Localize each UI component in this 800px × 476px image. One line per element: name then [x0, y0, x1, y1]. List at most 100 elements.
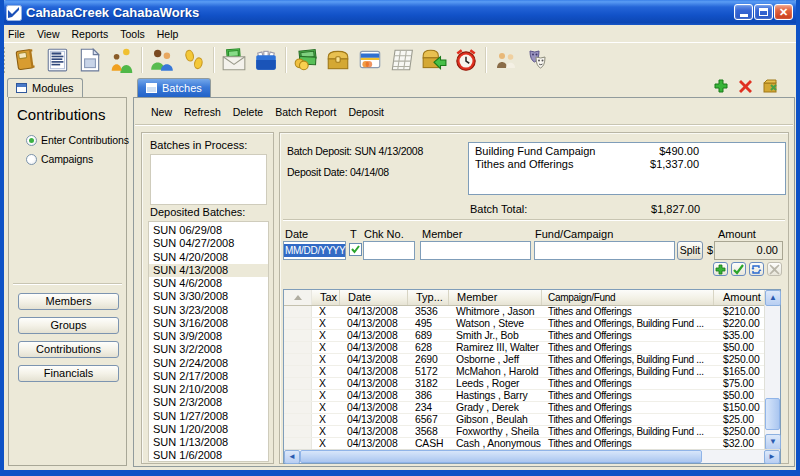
- campaign-column-header[interactable]: Campaign/Fund: [542, 290, 714, 305]
- action-menu-item[interactable]: Refresh: [184, 106, 221, 118]
- table-row[interactable]: X 04/13/2008 3568 Foxworthy , Sheila Tit…: [284, 426, 780, 438]
- minimize-button[interactable]: [734, 4, 753, 20]
- scroll-down-button[interactable]: ▼: [765, 434, 781, 450]
- media-icon[interactable]: [522, 46, 554, 74]
- toolbar-grip[interactable]: [3, 47, 6, 73]
- action-menu-item[interactable]: Deposit: [348, 106, 384, 118]
- menu-item[interactable]: Tools: [114, 26, 151, 42]
- radio-enter-contributions[interactable]: Enter Contributions: [26, 134, 126, 146]
- deposit-icon[interactable]: [418, 46, 450, 74]
- table-row[interactable]: X 04/13/2008 628 Ramirez III, Walter Tit…: [284, 342, 780, 354]
- maximize-button[interactable]: [754, 4, 773, 20]
- delete-batch-icon[interactable]: [739, 80, 752, 93]
- deposited-batch-item[interactable]: SUN 2/24/2008: [149, 357, 268, 370]
- action-menu-item[interactable]: New: [151, 106, 172, 118]
- deposited-batch-item[interactable]: SUN 2/3/2008: [149, 396, 268, 409]
- type-column-header[interactable]: Typ...: [408, 290, 449, 305]
- scroll-left-button[interactable]: ◄: [284, 450, 300, 464]
- table-row[interactable]: X 04/13/2008 386 Hastings , Barry Tithes…: [284, 390, 780, 402]
- deposited-batch-item[interactable]: SUN 3/23/2008: [149, 304, 268, 317]
- deposited-batches-list[interactable]: SUN 06/29/08SUN 04/27/2008SUN 4/20/2008S…: [148, 221, 269, 462]
- deposited-batch-item[interactable]: SUN 2/17/2008: [149, 370, 268, 383]
- table-row[interactable]: X 04/13/2008 3536 Whitmore , Jason Tithe…: [284, 306, 780, 318]
- table-row[interactable]: X 04/13/2008 689 Smith Jr., Bob Tithes a…: [284, 330, 780, 342]
- vertical-scroll-thumb[interactable]: [765, 398, 780, 430]
- horizontal-scroll-thumb[interactable]: [300, 450, 702, 463]
- menu-item[interactable]: Help: [151, 26, 185, 42]
- deposited-batch-item[interactable]: SUN 1/20/2008: [149, 423, 268, 436]
- table-row[interactable]: X 04/13/2008 495 Watson , Steve Tithes a…: [284, 318, 780, 330]
- deposited-batch-item[interactable]: SUN 4/6/2008: [149, 277, 268, 290]
- sidebar-module-button[interactable]: Contributions: [18, 341, 119, 358]
- table-row[interactable]: X 04/13/2008 5172 McMahon , Harold Tithe…: [284, 366, 780, 378]
- visitors-icon[interactable]: [178, 46, 210, 74]
- fund-input[interactable]: [534, 241, 675, 260]
- people-icon[interactable]: [490, 46, 522, 74]
- deposited-batch-item[interactable]: SUN 4/13/2008: [149, 264, 268, 277]
- cancel-entry-button[interactable]: [767, 262, 782, 276]
- mail-contribution-icon[interactable]: [218, 46, 250, 74]
- sidebar-module-button[interactable]: Members: [18, 293, 119, 310]
- date-input[interactable]: MM/DD/YYYY: [283, 241, 346, 260]
- deposited-batch-item[interactable]: SUN 1/6/2008: [149, 449, 268, 462]
- action-menu-item[interactable]: Batch Report: [275, 106, 336, 118]
- vertical-scrollbar[interactable]: ▲ ▼: [764, 290, 780, 450]
- document-icon[interactable]: [74, 46, 106, 74]
- split-button[interactable]: Split: [677, 241, 703, 260]
- amount-input[interactable]: 0.00: [714, 241, 783, 260]
- tax-column-header[interactable]: Tax: [312, 290, 340, 305]
- in-process-list[interactable]: [150, 154, 267, 205]
- horizontal-scrollbar[interactable]: ◄ ►: [284, 449, 780, 463]
- radio-campaigns[interactable]: Campaigns: [26, 153, 126, 165]
- deposited-batch-item[interactable]: SUN 3/9/2008: [149, 330, 268, 343]
- deposited-batch-item[interactable]: SUN 1/13/2008: [149, 436, 268, 449]
- action-menu-item[interactable]: Delete: [233, 106, 263, 118]
- deposited-batch-item[interactable]: SUN 3/2/2008: [149, 343, 268, 356]
- family-icon[interactable]: [106, 46, 138, 74]
- treasury-icon[interactable]: [322, 46, 354, 74]
- deposited-batch-item[interactable]: SUN 3/30/2008: [149, 290, 268, 303]
- check-number-input[interactable]: [363, 241, 415, 260]
- deposited-batch-item[interactable]: SUN 06/29/08: [149, 224, 268, 237]
- close-button[interactable]: ✕: [774, 4, 793, 20]
- scroll-up-button[interactable]: ▲: [765, 290, 781, 306]
- money-icon[interactable]: [290, 46, 322, 74]
- members-icon[interactable]: [146, 46, 178, 74]
- deposited-batch-item[interactable]: SUN 3/16/2008: [149, 317, 268, 330]
- accept-entry-button[interactable]: [731, 262, 746, 276]
- address-book-icon[interactable]: [10, 46, 42, 74]
- card-file-icon[interactable]: [250, 46, 282, 74]
- table-row[interactable]: X 04/13/2008 234 Grady , Derek Tithes an…: [284, 402, 780, 414]
- batches-tab-label: Batches: [162, 82, 202, 94]
- table-row[interactable]: X 04/13/2008 2690 Osborne , Jeff Tithes …: [284, 354, 780, 366]
- sidebar-module-button[interactable]: Financials: [18, 365, 119, 382]
- scroll-right-button[interactable]: ►: [764, 450, 780, 464]
- deposited-batch-item[interactable]: SUN 2/10/2008: [149, 383, 268, 396]
- amount-column-header[interactable]: Amount: [714, 290, 765, 305]
- tab-batches[interactable]: Batches: [137, 78, 211, 97]
- menu-item[interactable]: View: [31, 26, 66, 42]
- deposited-batch-item[interactable]: SUN 4/20/2008: [149, 251, 268, 264]
- date-column-header[interactable]: Date: [340, 290, 408, 305]
- sidebar-module-button[interactable]: Groups: [18, 317, 119, 334]
- add-batch-icon[interactable]: [714, 79, 728, 93]
- reminder-icon[interactable]: [450, 46, 482, 74]
- menu-item[interactable]: Reports: [66, 26, 115, 42]
- menu-item[interactable]: File: [2, 26, 31, 42]
- deposited-batch-item[interactable]: SUN 1/27/2008: [149, 410, 268, 423]
- fund-summary-list[interactable]: Building Fund Campaign$490.00Tithes and …: [468, 142, 786, 195]
- tab-modules[interactable]: Modules: [7, 78, 83, 97]
- table-row[interactable]: X 04/13/2008 6567 Gibson , Beulah Tithes…: [284, 414, 780, 426]
- member-input[interactable]: [420, 241, 531, 260]
- deposited-batch-item[interactable]: SUN 04/27/2008: [149, 237, 268, 250]
- report-icon[interactable]: [42, 46, 74, 74]
- table-icon[interactable]: [386, 46, 418, 74]
- payment-card-icon[interactable]: [354, 46, 386, 74]
- sort-column-header[interactable]: [284, 290, 312, 305]
- add-entry-button[interactable]: [713, 262, 728, 276]
- tax-checkbox[interactable]: [349, 243, 362, 256]
- refresh-entry-button[interactable]: [749, 262, 764, 276]
- package-icon[interactable]: [763, 79, 778, 93]
- table-row[interactable]: X 04/13/2008 3182 Leeds , Roger Tithes a…: [284, 378, 780, 390]
- member-column-header[interactable]: Member: [449, 290, 542, 305]
